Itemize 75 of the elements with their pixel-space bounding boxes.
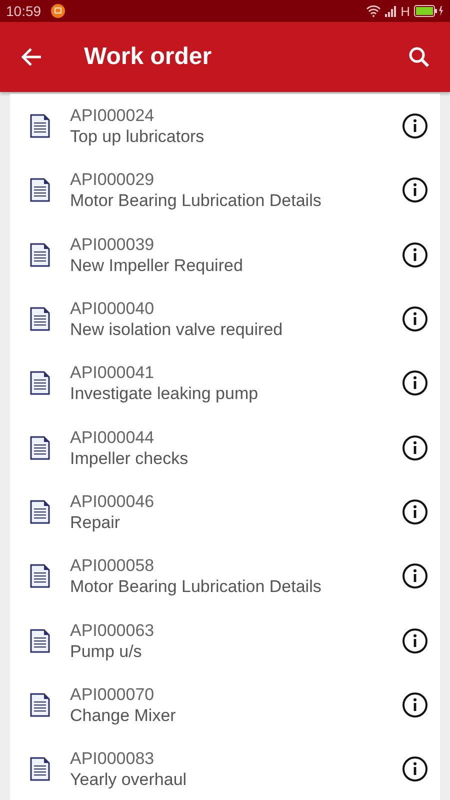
info-icon [402, 242, 428, 268]
info-button[interactable] [402, 628, 428, 654]
document-icon [30, 500, 50, 524]
work-order-id: API000046 [70, 490, 156, 512]
work-order-description: Yearly overhaul [70, 769, 188, 790]
work-order-description: Investigate leaking pump [70, 383, 260, 404]
work-order-description: Motor Bearing Lubrication Details [70, 190, 322, 212]
wifi-icon [366, 5, 381, 17]
work-order-description: New isolation valve required [70, 319, 284, 340]
document-icon [30, 242, 50, 267]
info-icon [402, 498, 428, 525]
info-button[interactable] [402, 692, 428, 718]
work-order-id: API000044 [70, 426, 156, 448]
info-button[interactable] [402, 177, 428, 204]
work-order-item[interactable]: API000046 Repair [10, 480, 440, 544]
work-order-item[interactable]: API000041 Investigate leaking pump [10, 351, 440, 416]
document-icon [30, 564, 50, 588]
work-order-description: Motor Bearing Lubrication Details [70, 576, 322, 598]
work-order-id: API000024 [70, 105, 156, 126]
info-button[interactable] [402, 756, 428, 782]
document-icon [30, 628, 50, 653]
work-order-id: API000040 [70, 298, 156, 320]
network-type: H [400, 4, 410, 18]
info-button[interactable] [402, 434, 428, 461]
work-order-item[interactable]: API000083 Yearly overhaul [10, 736, 440, 800]
battery-icon [414, 5, 444, 17]
work-order-description: New Impeller Required [70, 254, 244, 276]
work-order-id: API000063 [70, 620, 156, 641]
info-button[interactable] [402, 113, 428, 140]
info-icon [402, 177, 428, 204]
work-order-item[interactable]: API000024 Top up lubricators [10, 94, 440, 158]
screen-title: Work order [84, 43, 213, 71]
document-icon [30, 371, 50, 396]
info-button[interactable] [402, 242, 428, 268]
info-button[interactable] [402, 498, 428, 525]
info-button[interactable] [402, 563, 428, 590]
document-icon [30, 436, 50, 460]
info-icon [402, 692, 428, 718]
back-arrow-icon [20, 47, 42, 67]
work-order-id: API000041 [70, 362, 156, 384]
work-order-id: API000039 [70, 234, 156, 255]
notification-icon [51, 4, 66, 18]
info-button[interactable] [402, 370, 428, 396]
work-order-description: Repair [70, 512, 122, 533]
work-order-item[interactable]: API000063 Pump u/s [10, 608, 440, 673]
info-icon [402, 628, 428, 654]
search-icon [408, 46, 430, 68]
document-icon [30, 692, 50, 717]
info-icon [402, 370, 428, 396]
info-icon [402, 434, 428, 461]
work-order-id: API000070 [70, 684, 156, 705]
document-icon [30, 757, 50, 782]
clock-time: 10:59 [6, 3, 42, 19]
work-order-item[interactable]: API000070 Change Mixer [10, 672, 440, 737]
signal-icon [384, 6, 397, 16]
work-order-item[interactable]: API000040 New isolation valve required [10, 286, 440, 352]
work-order-id: API000083 [70, 748, 156, 770]
work-order-item[interactable]: API000039 New Impeller Required [10, 222, 440, 287]
work-order-item[interactable]: API000058 Motor Bearing Lubrication Details [10, 544, 440, 608]
work-order-description: Change Mixer [70, 704, 177, 726]
info-icon [402, 756, 428, 782]
info-icon [402, 306, 428, 332]
work-order-id: API000029 [70, 169, 156, 190]
work-order-id: API000058 [70, 555, 156, 576]
work-order-item[interactable]: API000029 Motor Bearing Lubrication Details [10, 158, 440, 223]
work-order-description: Top up lubricators [70, 126, 206, 148]
info-icon [402, 563, 428, 590]
info-button[interactable] [402, 306, 428, 332]
work-order-description: Pump u/s [70, 640, 143, 662]
document-icon [30, 114, 50, 138]
info-icon [402, 113, 428, 140]
work-order-item[interactable]: API000044 Impeller checks [10, 415, 440, 480]
work-order-description: Impeller checks [70, 448, 190, 469]
document-icon [30, 307, 50, 332]
document-icon [30, 178, 50, 202]
